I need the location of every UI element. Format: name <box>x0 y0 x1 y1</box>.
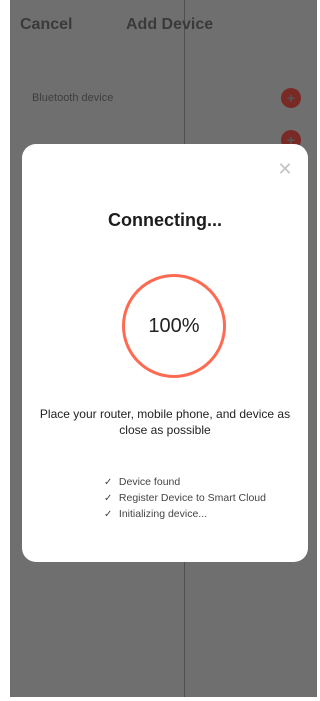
step-label: Register Device to Smart Cloud <box>118 492 266 504</box>
add-device-button[interactable]: + <box>281 88 301 108</box>
page-title: Add Device <box>126 16 214 33</box>
dialog-title: Connecting... <box>108 210 222 230</box>
check-icon: ✓ <box>104 477 113 488</box>
step-label: Initializing device... <box>118 508 208 520</box>
cancel-button[interactable]: Cancel <box>20 16 72 34</box>
list-item-label: Bluetooth device <box>32 92 114 104</box>
placement-hint: Place your router, mobile phone, and dev… <box>39 407 291 437</box>
close-icon[interactable]: ✕ <box>276 160 294 178</box>
step-item: ✓ Initializing device... <box>104 508 266 524</box>
step-item: ✓ Register Device to Smart Cloud <box>104 492 266 508</box>
progress-percentage: 100% <box>148 315 200 337</box>
list-item-bluetooth-device[interactable]: Bluetooth device + + <box>10 84 317 150</box>
check-icon: ✓ <box>104 493 113 504</box>
connecting-dialog: ✕ Connecting... 100% Place your router, … <box>22 144 308 562</box>
nav-bar: Cancel Add Device <box>10 0 317 52</box>
screen: Cancel Add Device Bluetooth device + + ✕… <box>10 0 317 697</box>
step-list: ✓ Device found ✓ Register Device to Smar… <box>104 476 266 524</box>
step-label: Device found <box>118 476 181 488</box>
step-item: ✓ Device found <box>104 476 266 492</box>
check-icon: ✓ <box>104 509 113 520</box>
progress-ring: 100% <box>122 274 226 378</box>
